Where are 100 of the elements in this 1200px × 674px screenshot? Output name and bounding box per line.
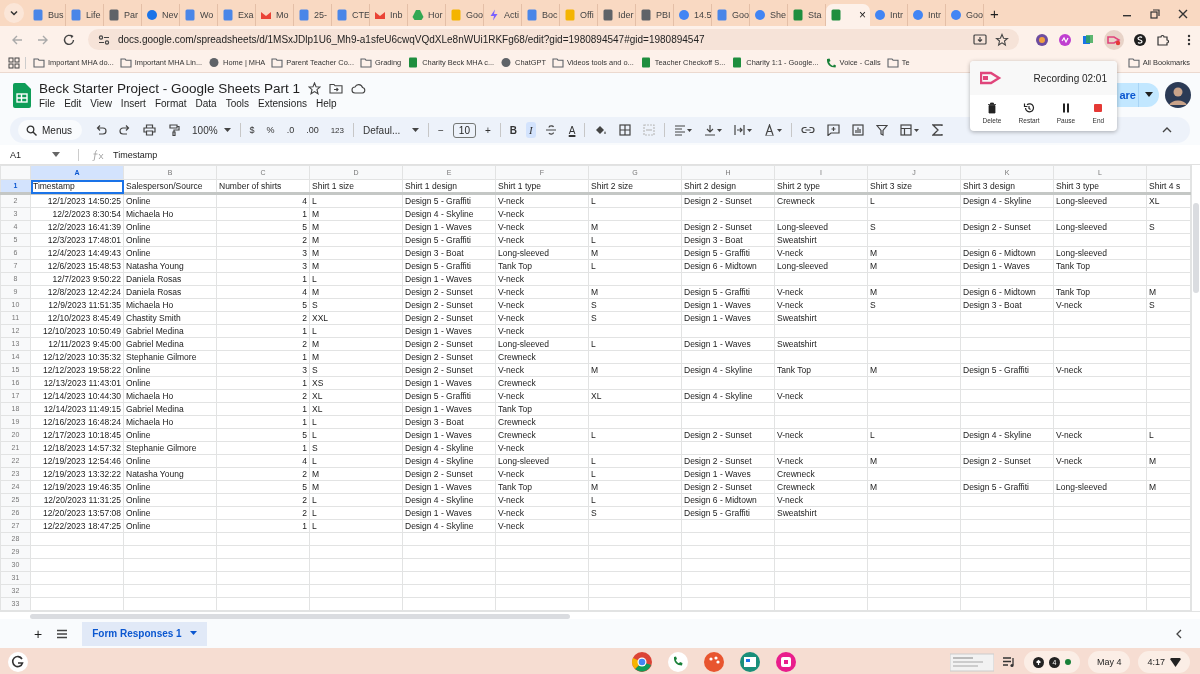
chevron-left-icon[interactable] (1174, 628, 1184, 639)
avatar-icon[interactable] (1165, 82, 1191, 108)
menu-search-field[interactable]: Menus (18, 120, 82, 140)
scroll-thumb[interactable] (1193, 203, 1199, 293)
document-title[interactable]: Beck Starter Project - Google Sheets Part 1 (39, 81, 301, 96)
screenshot-thumbnail-icon[interactable] (949, 652, 994, 672)
chart-icon[interactable] (852, 124, 865, 136)
table-cell: V-neck (1053, 454, 1147, 468)
table-cell: V-neck (1053, 428, 1147, 442)
browser-tab[interactable]: × (826, 4, 870, 26)
tab-title: Exa (238, 10, 254, 20)
menu-item[interactable]: Format (154, 98, 187, 109)
extension-icon[interactable] (1035, 32, 1049, 47)
menu-item[interactable]: View (90, 98, 112, 109)
star-icon[interactable] (308, 82, 322, 95)
phone-app-icon[interactable] (667, 651, 689, 673)
font-dropdown[interactable]: Defaul... (360, 122, 422, 138)
text-rotation-icon[interactable] (764, 124, 783, 136)
vertical-align-icon[interactable] (704, 124, 723, 136)
table-cell: V-neck (774, 428, 868, 442)
star-icon[interactable] (995, 32, 1009, 47)
font-size-field[interactable]: 10 (452, 122, 476, 138)
name-box[interactable]: A1 (10, 149, 44, 160)
decrease-decimals-button[interactable]: .0 (283, 123, 298, 137)
apps-grid-icon[interactable] (8, 56, 20, 69)
playlist-icon[interactable] (1001, 656, 1016, 668)
sheet-tab[interactable]: Form Responses 1 (82, 621, 207, 646)
new-tab-button[interactable]: + (990, 5, 999, 23)
text-wrap-icon[interactable] (734, 124, 753, 136)
table-cell: Design 5 - Graffiti (681, 506, 775, 520)
percent-format-button[interactable]: % (263, 123, 278, 137)
table-cell: M (867, 246, 961, 260)
borders-icon[interactable] (619, 124, 632, 136)
decrease-font-size-button[interactable]: − (435, 122, 447, 138)
menu-item[interactable]: Tools (225, 98, 250, 109)
zoom-dropdown[interactable]: 100% (189, 122, 234, 138)
currency-format-button[interactable]: $ (246, 123, 258, 137)
recorder-extension-button[interactable] (1104, 29, 1124, 50)
tab-search-button[interactable] (4, 3, 24, 23)
reload-icon[interactable] (62, 32, 76, 47)
merge-cells-icon[interactable] (643, 124, 656, 136)
menu-item[interactable]: Insert (120, 98, 146, 109)
classroom-app-icon[interactable] (739, 651, 761, 673)
menu-item[interactable]: Edit (64, 98, 82, 109)
menu-item[interactable]: Extensions (258, 98, 307, 109)
menu-item[interactable]: Help (315, 98, 337, 109)
undo-icon[interactable] (95, 124, 107, 136)
restore-icon[interactable] (1150, 9, 1160, 19)
clock[interactable]: 4:17 (1147, 657, 1165, 667)
comment-icon[interactable] (827, 124, 841, 136)
redo-icon[interactable] (119, 124, 131, 136)
filter-icon[interactable] (876, 124, 889, 136)
table-cell: Design 2 - Sunset (681, 428, 775, 442)
close-tab-icon[interactable]: × (859, 8, 866, 22)
tab-favicon-icon (792, 9, 804, 21)
share-options-button[interactable] (1138, 83, 1159, 107)
puzzle-icon[interactable] (1156, 32, 1170, 47)
number-format-button[interactable]: 123 (327, 123, 347, 137)
table-cell: L (588, 467, 682, 481)
table-cell: 3 (216, 259, 310, 273)
increase-decimals-button[interactable]: .00 (303, 123, 322, 137)
table-cell: 2 (216, 467, 310, 481)
text-color-button[interactable]: A (565, 122, 579, 138)
filter-views-icon[interactable] (900, 124, 921, 136)
add-sheet-button[interactable]: + (34, 625, 43, 642)
install-app-icon[interactable] (973, 32, 987, 47)
italic-button[interactable]: I (526, 122, 536, 138)
address-field[interactable]: docs.google.com/spreadsheets/d/1MSxJDlp1U6_Mh9-a1sfeU6cwqVQdXLe8nWUi1RKFg68/edit?gid=1980894547#gid=1980894547 (88, 29, 1019, 50)
cloud-icon[interactable] (351, 82, 367, 95)
launcher-icon[interactable] (8, 652, 28, 672)
paint-format-icon[interactable] (168, 124, 180, 136)
print-icon[interactable] (143, 124, 156, 136)
scroll-thumb[interactable] (30, 614, 570, 619)
tab-title: Offi (580, 10, 594, 20)
fill-color-icon[interactable] (594, 124, 608, 136)
caret-icon[interactable] (52, 151, 60, 158)
align-icon[interactable] (674, 124, 693, 136)
chrome-icon[interactable] (631, 651, 653, 673)
extension-icon[interactable] (1133, 32, 1147, 47)
table-cell: S (867, 298, 961, 312)
palette-app-icon[interactable] (703, 651, 725, 673)
formula-field[interactable]: Timestamp (113, 149, 158, 160)
bold-button[interactable]: B (506, 122, 521, 138)
sigma-icon[interactable] (932, 124, 944, 136)
move-folder-icon[interactable] (329, 82, 344, 95)
link-icon[interactable] (801, 124, 816, 136)
app-icon[interactable] (775, 651, 797, 673)
menu-icon[interactable] (56, 628, 69, 639)
increase-font-size-button[interactable]: + (482, 122, 494, 138)
table-cell: V-neck (774, 389, 868, 403)
phone-icon (824, 57, 837, 68)
menu-item[interactable]: Data (195, 98, 217, 109)
table-cell: 12/1/2023 14:50:25 (30, 193, 124, 208)
menu-item[interactable]: File (39, 98, 56, 109)
more-options-icon[interactable] (1186, 32, 1192, 47)
date-button[interactable]: May 4 (1087, 651, 1131, 673)
table-cell: 12/2/2023 16:41:39 (30, 220, 124, 234)
close-icon[interactable] (1178, 9, 1188, 19)
table-cell: Crewneck (495, 428, 589, 442)
strikethrough-icon[interactable] (544, 124, 557, 136)
